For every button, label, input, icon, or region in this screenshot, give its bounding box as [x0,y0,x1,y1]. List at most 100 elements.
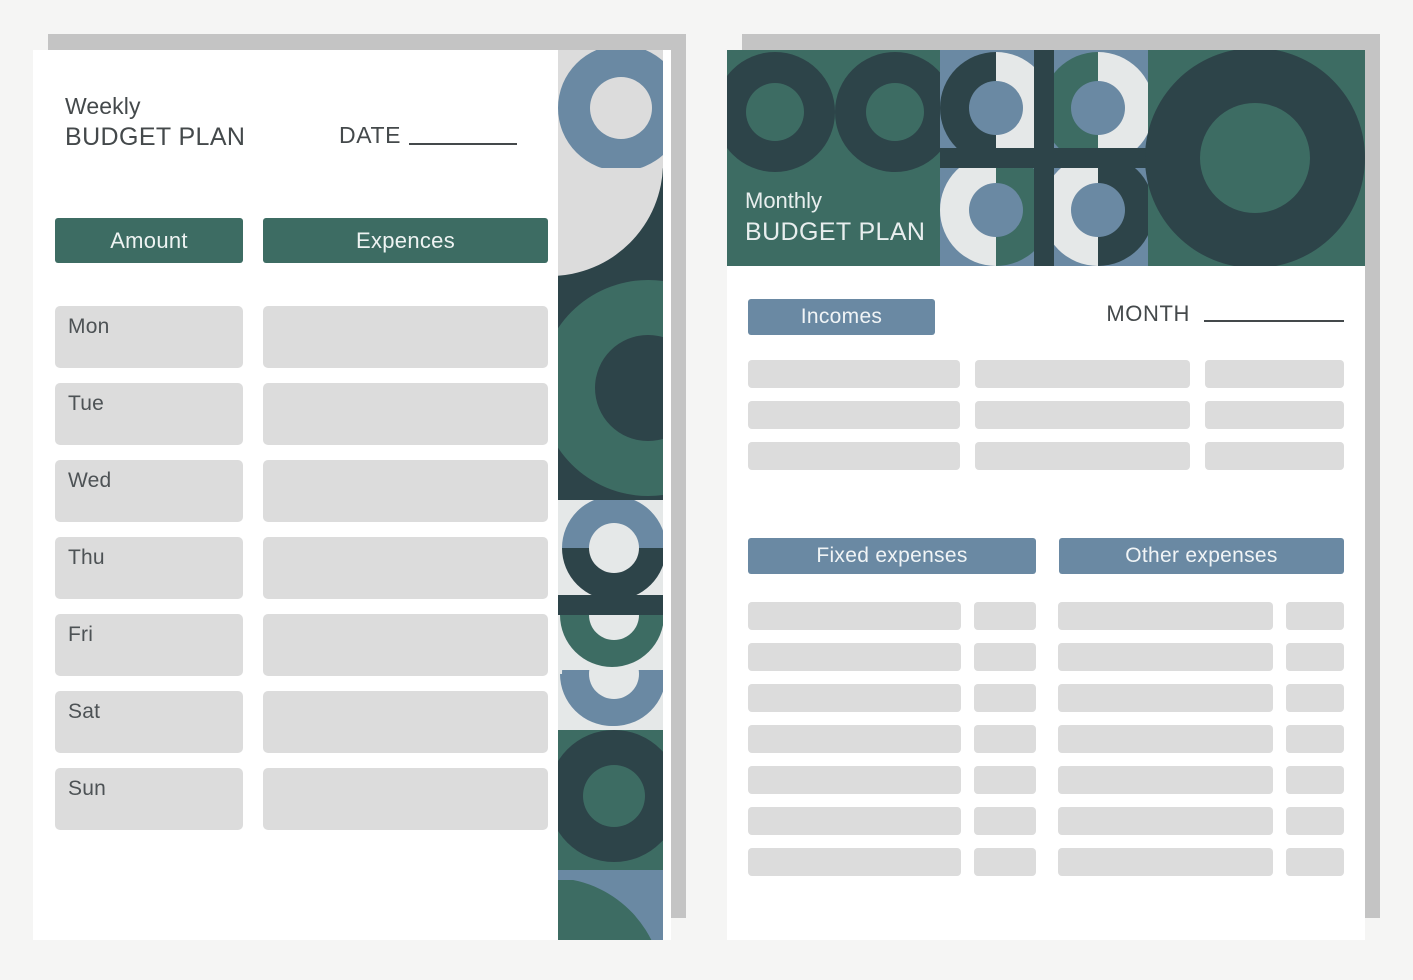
weekly-day-row: Sat [55,691,550,753]
column-spacer [961,807,974,835]
incomes-field-grid [748,360,1344,483]
income-input[interactable] [1204,401,1344,429]
day-label: Thu [68,546,105,569]
income-input[interactable] [748,401,960,429]
column-spacer [1036,643,1059,671]
decorative-tile [558,276,663,500]
weekly-date-field[interactable]: DATE [339,122,518,149]
fixed-expense-name-input[interactable] [748,684,961,712]
day-name-field[interactable]: Tue [55,383,243,445]
column-spacer [1036,725,1059,753]
column-spacer [1273,725,1286,753]
other-expenses-header[interactable]: Other expenses [1059,538,1344,574]
income-input[interactable] [974,401,1190,429]
other-expense-value-input[interactable] [1286,766,1345,794]
day-name-field[interactable]: Fri [55,614,243,676]
expences-column-header[interactable]: Expences [263,218,548,263]
day-expences-input[interactable] [263,691,548,753]
income-input[interactable] [748,442,960,470]
monthly-title-line-2: BUDGET PLAN [745,217,926,246]
poster-canvas: Weekly BUDGET PLAN DATE Amount Expences … [0,0,1413,980]
expense-row [748,807,1345,835]
day-expences-input[interactable] [263,537,548,599]
day-name-field[interactable]: Sun [55,768,243,830]
column-spacer [1273,602,1286,630]
fixed-expenses-header[interactable]: Fixed expenses [748,538,1036,574]
decorative-tile [558,870,663,940]
day-name-field[interactable]: Wed [55,460,243,522]
other-expense-name-input[interactable] [1058,725,1274,753]
other-expense-name-input[interactable] [1058,848,1274,876]
weekly-day-row: Fri [55,614,550,676]
column-spacer [1273,807,1286,835]
weekly-day-row: Wed [55,460,550,522]
day-name-field[interactable]: Thu [55,537,243,599]
month-write-line[interactable] [1204,320,1344,322]
income-input[interactable] [1204,360,1344,388]
other-expense-value-input[interactable] [1286,602,1345,630]
income-input[interactable] [974,360,1190,388]
column-spacer [1036,848,1059,876]
other-expense-value-input[interactable] [1286,684,1345,712]
weekly-budget-page: Weekly BUDGET PLAN DATE Amount Expences … [33,50,671,940]
monthly-title-line-1: Monthly [745,187,823,213]
other-expense-name-input[interactable] [1058,602,1274,630]
monthly-budget-page: Monthly BUDGET PLAN Incomes MONTH Fixed … [727,50,1365,940]
weekly-column-headers: Amount Expences [55,218,550,263]
amount-column-header[interactable]: Amount [55,218,243,263]
day-expences-input[interactable] [263,614,548,676]
fixed-expense-value-input[interactable] [973,602,1036,630]
fixed-expense-name-input[interactable] [748,766,961,794]
column-spacer [1036,684,1059,712]
weekly-title-line-2: BUDGET PLAN [65,123,246,152]
other-expense-name-input[interactable] [1058,807,1274,835]
income-input[interactable] [1204,442,1344,470]
fixed-expense-name-input[interactable] [748,602,961,630]
other-expense-value-input[interactable] [1286,725,1345,753]
other-expense-value-input[interactable] [1286,848,1345,876]
decorative-tile [558,500,663,595]
incomes-section-header[interactable]: Incomes [748,299,935,335]
fixed-expense-name-input[interactable] [748,848,961,876]
day-name-field[interactable]: Sat [55,691,243,753]
monthly-month-field[interactable]: MONTH [1106,301,1344,327]
fixed-expense-value-input[interactable] [973,766,1036,794]
column-spacer [961,725,974,753]
other-expense-name-input[interactable] [1058,684,1274,712]
day-expences-input[interactable] [263,768,548,830]
other-expense-value-input[interactable] [1286,807,1345,835]
day-name-field[interactable]: Mon [55,306,243,368]
weekly-decorative-strip [558,50,663,940]
other-expense-name-input[interactable] [1058,643,1274,671]
fixed-expense-name-input[interactable] [748,807,961,835]
weekly-day-rows: Mon Tue Wed Thu Fri Sat Sun [55,306,550,845]
decorative-tile [558,670,663,730]
other-expense-value-input[interactable] [1286,643,1345,671]
expense-row [748,848,1345,876]
day-label: Wed [68,469,112,492]
day-expences-input[interactable] [263,383,548,445]
monthly-incomes-header-row: Incomes MONTH [748,299,1344,335]
weekly-content-area: Weekly BUDGET PLAN DATE Amount Expences … [33,50,558,940]
income-input[interactable] [974,442,1190,470]
column-spacer [961,602,974,630]
date-write-line[interactable] [409,143,518,145]
fixed-expense-value-input[interactable] [973,807,1036,835]
day-expences-input[interactable] [263,306,548,368]
weekly-title-line-1: Weekly [65,93,141,119]
fixed-expense-name-input[interactable] [748,643,961,671]
income-input[interactable] [748,360,960,388]
other-expense-name-input[interactable] [1058,766,1274,794]
expense-row [748,684,1345,712]
weekly-page-title: Weekly BUDGET PLAN [65,92,245,153]
day-label: Sun [68,777,106,800]
fixed-expense-name-input[interactable] [748,725,961,753]
fixed-expense-value-input[interactable] [973,684,1036,712]
expense-row [748,602,1345,630]
fixed-expense-value-input[interactable] [973,848,1036,876]
day-expences-input[interactable] [263,460,548,522]
fixed-expense-value-input[interactable] [973,643,1036,671]
income-row [748,442,1344,470]
decorative-tile [558,168,663,276]
fixed-expense-value-input[interactable] [973,725,1036,753]
